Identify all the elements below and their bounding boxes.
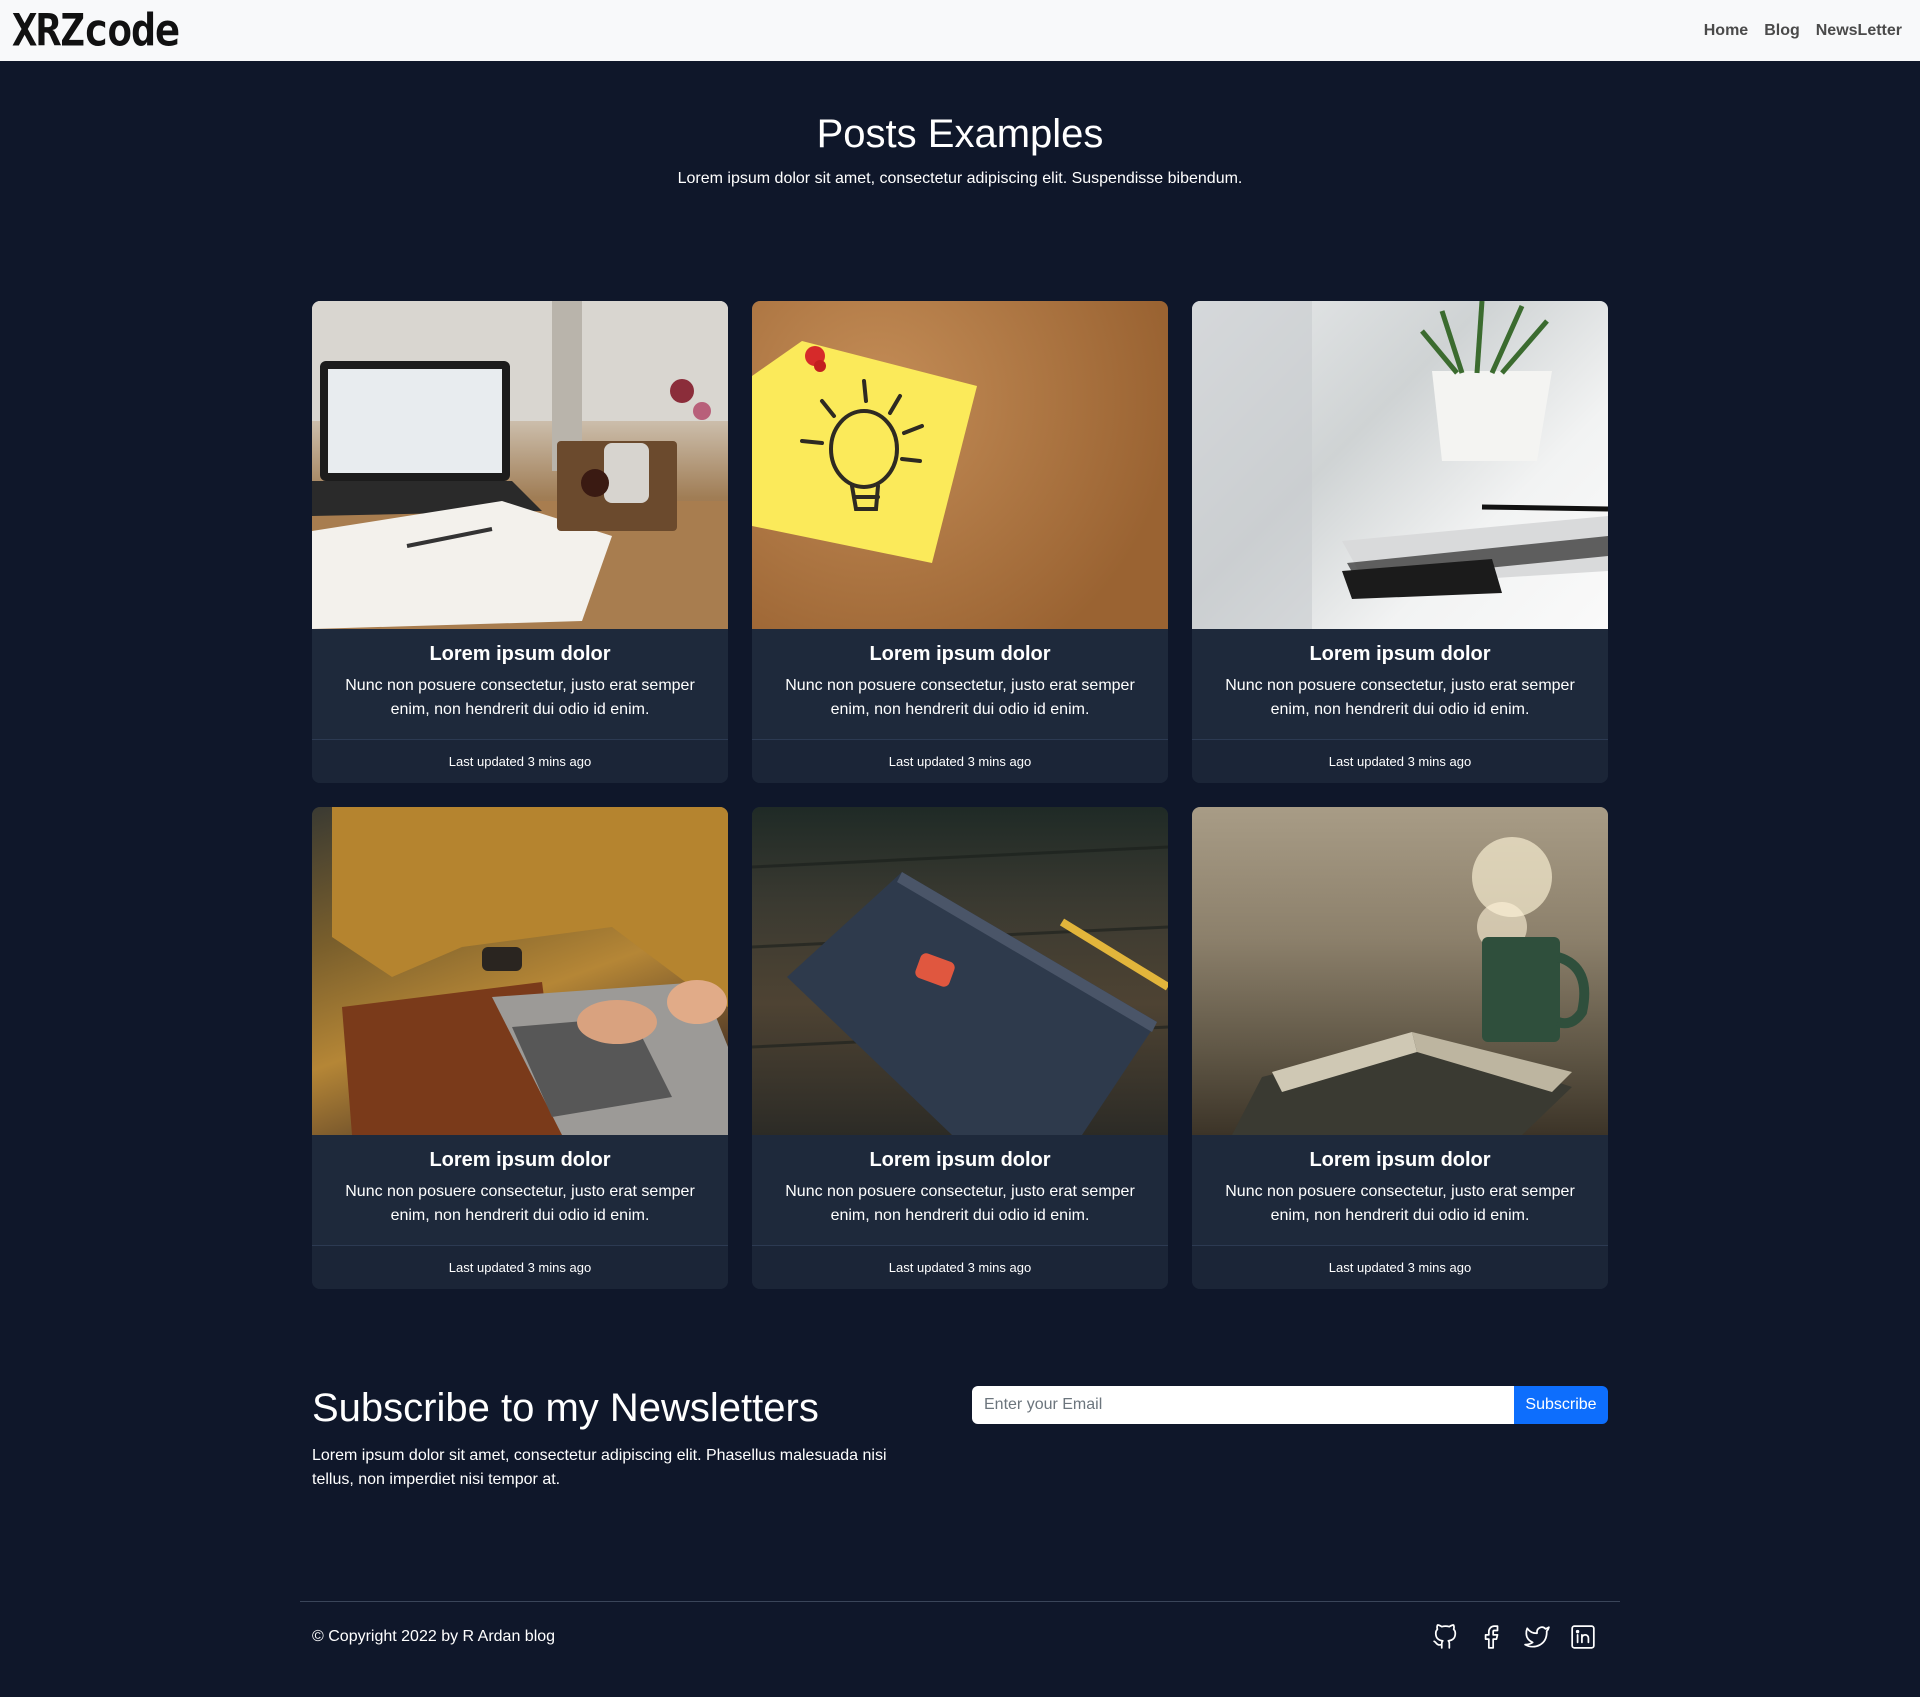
post-card[interactable]: Lorem ipsum dolor Nunc non posuere conse… [312,301,728,783]
card-image-plant-notebook [1192,301,1608,629]
card-footer: Last updated 3 mins ago [752,1245,1168,1289]
twitter-icon[interactable] [1524,1624,1550,1650]
nav-links: Home Blog NewsLetter [1704,22,1908,40]
posts-grid: Lorem ipsum dolor Nunc non posuere conse… [312,301,1608,1289]
newsletter-text: Lorem ipsum dolor sit amet, consectetur … [312,1447,887,1488]
email-input[interactable] [972,1386,1514,1424]
card-footer: Last updated 3 mins ago [1192,739,1608,783]
card-image-lightbulb-note [752,301,1168,629]
card-title[interactable]: Lorem ipsum dolor [768,1149,1152,1172]
post-card[interactable]: Lorem ipsum dolor Nunc non posuere conse… [1192,301,1608,783]
navbar: XRZcode Home Blog NewsLetter [0,0,1920,61]
card-text: Nunc non posuere consectetur, justo erat… [1225,677,1575,718]
nav-link-newsletter[interactable]: NewsLetter [1816,22,1902,40]
newsletter-title: Subscribe to my Newsletters [312,1386,819,1430]
card-text: Nunc non posuere consectetur, justo erat… [785,1183,1135,1224]
facebook-icon[interactable] [1478,1624,1504,1650]
brand-logo[interactable]: XRZcode [12,5,180,56]
social-links [1432,1623,1596,1650]
card-text: Nunc non posuere consectetur, justo erat… [785,677,1135,718]
card-footer: Last updated 3 mins ago [312,1245,728,1289]
post-card[interactable]: Lorem ipsum dolor Nunc non posuere conse… [312,807,728,1289]
post-card[interactable]: Lorem ipsum dolor Nunc non posuere conse… [752,807,1168,1289]
card-footer: Last updated 3 mins ago [752,739,1168,783]
nav-link-blog[interactable]: Blog [1764,22,1800,40]
subscribe-button[interactable]: Subscribe [1514,1386,1608,1424]
post-card[interactable]: Lorem ipsum dolor Nunc non posuere conse… [1192,807,1608,1289]
card-title[interactable]: Lorem ipsum dolor [1208,1149,1592,1172]
card-text: Nunc non posuere consectetur, justo erat… [345,1183,695,1224]
copyright-text: © Copyright 2022 by R Ardan blog [312,1627,556,1645]
hero-section: Posts Examples Lorem ipsum dolor sit ame… [0,108,1920,188]
newsletter-section: Subscribe to my Newsletters Lorem ipsum … [312,1386,1608,1496]
card-title[interactable]: Lorem ipsum dolor [328,1149,712,1172]
linkedin-icon[interactable] [1570,1624,1596,1650]
card-title[interactable]: Lorem ipsum dolor [1208,643,1592,666]
post-card[interactable]: Lorem ipsum dolor Nunc non posuere conse… [752,301,1168,783]
card-footer: Last updated 3 mins ago [1192,1245,1608,1289]
github-icon[interactable] [1432,1623,1458,1650]
card-image-person-typing [312,807,728,1135]
card-image-write-ideas [752,807,1168,1135]
card-title[interactable]: Lorem ipsum dolor [328,643,712,666]
nav-link-home[interactable]: Home [1704,22,1748,40]
card-image-mug-book [1192,807,1608,1135]
page-title: Posts Examples [816,112,1104,156]
card-text: Nunc non posuere consectetur, justo erat… [1225,1183,1575,1224]
footer: © Copyright 2022 by R Ardan blog [300,1601,1620,1671]
card-text: Nunc non posuere consectetur, justo erat… [345,677,695,718]
card-image-laptop-desk [312,301,728,629]
card-title[interactable]: Lorem ipsum dolor [768,643,1152,666]
page-subtitle: Lorem ipsum dolor sit amet, consectetur … [677,170,1243,187]
card-footer: Last updated 3 mins ago [312,739,728,783]
newsletter-form: Subscribe [972,1386,1608,1424]
